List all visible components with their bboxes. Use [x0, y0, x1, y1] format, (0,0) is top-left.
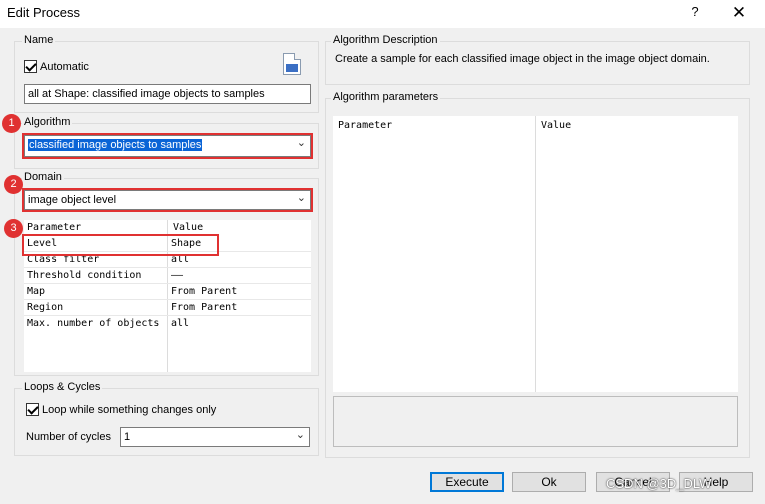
loop-checkbox[interactable]	[26, 403, 39, 416]
param-value[interactable]: ——	[171, 270, 183, 281]
param-name: Max. number of objects	[27, 318, 160, 329]
loops-group-label: Loops & Cycles	[22, 381, 103, 393]
cycles-select[interactable]: 1 ⌄	[120, 427, 310, 447]
watermark: CSDN @3D_DLW	[606, 476, 712, 491]
param-value[interactable]: From Parent	[171, 286, 237, 297]
param-name: Threshold condition	[27, 270, 142, 281]
annotation-badge-1: 1	[2, 114, 21, 133]
domain-group-label: Domain	[22, 171, 64, 183]
grid-column-separator	[535, 116, 536, 392]
process-name-field[interactable]: all at Shape: classified image objects t…	[24, 84, 311, 104]
algorithm-params-grid: Parameter Value	[333, 116, 738, 392]
window-title: Edit Process	[7, 5, 80, 20]
table-row[interactable]: Map From Parent	[24, 284, 311, 300]
help-title-button[interactable]: ?	[684, 4, 706, 24]
title-bar: Edit Process ? ✕	[0, 0, 765, 28]
annotation-box-2	[22, 188, 313, 212]
annotation-box-3	[22, 234, 219, 256]
annotation-badge-3: 3	[4, 219, 23, 238]
algorithm-group-label: Algorithm	[22, 116, 73, 128]
execute-button[interactable]: Execute	[430, 472, 504, 492]
table-row[interactable]: Max. number of objects all	[24, 316, 311, 332]
automatic-checkbox[interactable]	[24, 60, 37, 73]
description-group-label: Algorithm Description	[331, 34, 440, 46]
description-text: Create a sample for each classified imag…	[335, 53, 710, 65]
close-button[interactable]: ✕	[722, 3, 756, 25]
chevron-down-icon: ⌄	[295, 429, 305, 441]
annotation-box-1	[22, 133, 313, 159]
annotation-badge-2: 2	[4, 175, 23, 194]
table-row[interactable]: Region From Parent	[24, 300, 311, 316]
grid-header-value: Value	[173, 222, 204, 233]
cycles-value: 1	[124, 431, 131, 443]
param-value[interactable]: all	[171, 318, 189, 329]
param-value[interactable]: From Parent	[171, 302, 237, 313]
algorithm-params-label: Algorithm parameters	[331, 91, 441, 103]
param-name: Region	[27, 302, 64, 313]
ok-button[interactable]: Ok	[512, 472, 586, 492]
grid-header-parameter: Parameter	[27, 222, 82, 233]
name-group-label: Name	[22, 34, 56, 46]
params-header-parameter: Parameter	[338, 120, 393, 131]
param-name: Map	[27, 286, 46, 297]
params-header-value: Value	[541, 120, 572, 131]
table-row[interactable]: Threshold condition ——	[24, 268, 311, 284]
automatic-label: Automatic	[40, 61, 89, 73]
dialog-body: Name Automatic all at Shape: classified …	[0, 28, 765, 504]
parameter-description-box	[333, 396, 738, 447]
cycles-label: Number of cycles	[26, 431, 111, 443]
loop-label: Loop while something changes only	[42, 404, 217, 416]
document-icon[interactable]	[283, 53, 301, 75]
